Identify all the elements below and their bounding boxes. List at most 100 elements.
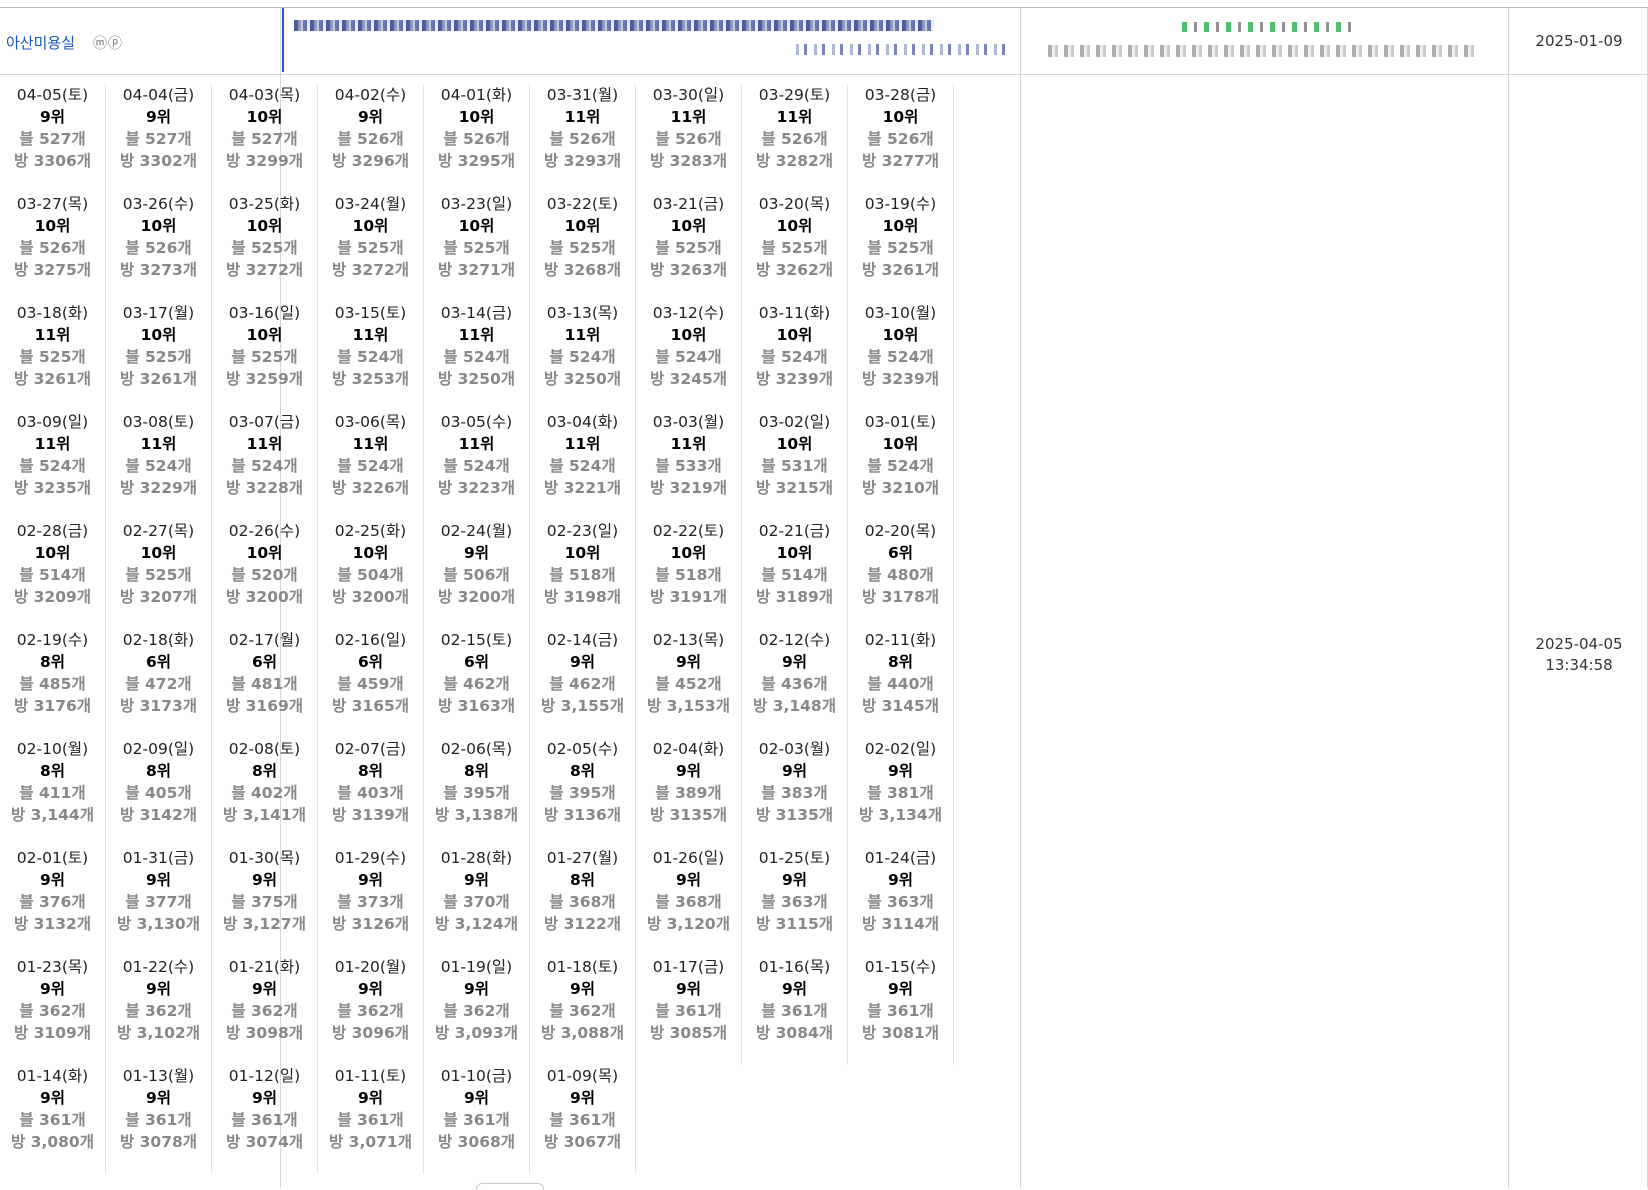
daily-rank-cell: 02-03(월) 9위 블 383개 방 3135개 <box>742 738 848 847</box>
blog-review-count: 블 524개 <box>867 457 934 475</box>
daily-rank-cell: 02-20(목) 6위 블 480개 방 3178개 <box>848 520 954 629</box>
place-url-cell[interactable] <box>282 8 1022 72</box>
rank-value: 10위 <box>352 544 389 562</box>
visitor-review-count: 방 3198개 <box>543 588 622 606</box>
date-label: 02-06(목) <box>440 740 513 758</box>
rank-value: 9위 <box>145 1089 172 1107</box>
visitor-review-count: 방 3207개 <box>119 588 198 606</box>
date-label: 02-21(금) <box>758 522 831 540</box>
rank-value: 8위 <box>39 653 66 671</box>
daily-rank-cell: 01-30(목) 9위 블 375개 방 3,127개 <box>212 847 318 956</box>
visitor-review-count: 방 3261개 <box>13 370 92 388</box>
blog-review-count: 블 524개 <box>867 348 934 366</box>
rank-value: 8위 <box>251 762 278 780</box>
daily-rank-cell: 02-09(일) 8위 블 405개 방 3142개 <box>106 738 212 847</box>
blog-review-count: 블 525개 <box>231 348 298 366</box>
blog-review-count: 블 527개 <box>231 130 298 148</box>
daily-rank-cell: 01-31(금) 9위 블 377개 방 3,130개 <box>106 847 212 956</box>
rank-value: 6위 <box>357 653 384 671</box>
rank-value: 8위 <box>39 762 66 780</box>
blog-review-count: 블 361개 <box>337 1111 404 1129</box>
visitor-review-count: 방 3169개 <box>225 697 304 715</box>
date-label: 02-23(일) <box>546 522 619 540</box>
blog-review-count: 블 361개 <box>19 1111 86 1129</box>
rank-value: 9위 <box>39 108 66 126</box>
blog-review-count: 블 506개 <box>443 566 510 584</box>
blurred-keyword-title <box>1182 22 1352 32</box>
blog-review-count: 블 376개 <box>19 893 86 911</box>
rank-value: 8위 <box>569 871 596 889</box>
visitor-review-count: 방 3,155개 <box>541 697 624 715</box>
daily-rank-cell: 01-24(금) 9위 블 363개 방 3114개 <box>848 847 954 956</box>
rank-value: 9위 <box>569 653 596 671</box>
blog-review-count: 블 526개 <box>19 239 86 257</box>
blurred-keyword-description <box>1048 45 1478 57</box>
date-label: 02-18(화) <box>122 631 195 649</box>
blog-review-count: 블 524개 <box>549 348 616 366</box>
visitor-review-count: 방 3229개 <box>119 479 198 497</box>
date-label: 03-20(목) <box>758 195 831 213</box>
visitor-review-count: 방 3235개 <box>13 479 92 497</box>
date-label: 04-04(금) <box>122 86 195 104</box>
visitor-review-count: 방 3,148개 <box>753 697 836 715</box>
daily-rank-cell: 03-27(목) 10위 블 526개 방 3275개 <box>0 193 106 302</box>
blog-review-count: 블 363개 <box>867 893 934 911</box>
daily-rank-cell: 01-12(일) 9위 블 361개 방 3074개 <box>212 1065 318 1174</box>
rank-value: 10위 <box>776 217 813 235</box>
daily-rank-cell: 03-12(수) 10위 블 524개 방 3245개 <box>636 302 742 411</box>
daily-rank-cell: 03-09(일) 11위 블 524개 방 3235개 <box>0 411 106 520</box>
shop-name-link[interactable]: 아산미용실 <box>6 32 75 53</box>
rank-value: 8위 <box>887 653 914 671</box>
rank-value: 10위 <box>458 217 495 235</box>
visitor-review-count: 방 3215개 <box>755 479 834 497</box>
visitor-review-count: 방 3200개 <box>331 588 410 606</box>
rank-value: 9위 <box>887 980 914 998</box>
blog-review-count: 블 526개 <box>549 130 616 148</box>
rank-value: 11위 <box>670 435 707 453</box>
visitor-review-count: 방 3277개 <box>861 152 940 170</box>
visitor-review-count: 방 3,102개 <box>117 1024 200 1042</box>
rank-value: 9위 <box>675 762 702 780</box>
rank-value: 10위 <box>34 217 71 235</box>
daily-rank-cell: 04-05(토) 9위 블 527개 방 3306개 <box>0 84 106 193</box>
rank-value: 11위 <box>564 435 601 453</box>
daily-rank-cell: 01-28(화) 9위 블 370개 방 3,124개 <box>424 847 530 956</box>
visitor-review-count: 방 3210개 <box>861 479 940 497</box>
rank-value: 6위 <box>251 653 278 671</box>
visitor-review-count: 방 3115개 <box>755 915 834 933</box>
blog-review-count: 블 524개 <box>655 348 722 366</box>
blog-review-count: 블 524개 <box>125 457 192 475</box>
blog-review-count: 블 518개 <box>549 566 616 584</box>
date-label: 02-12(수) <box>758 631 831 649</box>
map-place-icons[interactable]: ⓜⓟ <box>93 33 123 53</box>
blog-review-count: 블 525개 <box>125 566 192 584</box>
rank-value: 9위 <box>781 762 808 780</box>
rank-value: 9위 <box>39 871 66 889</box>
daily-rank-cell: 03-10(월) 10위 블 524개 방 3239개 <box>848 302 954 411</box>
visitor-review-count: 방 3,144개 <box>11 806 94 824</box>
pagination-stub[interactable] <box>476 1183 544 1190</box>
daily-rank-cell: 02-11(화) 8위 블 440개 방 3145개 <box>848 629 954 738</box>
daily-rank-cell: 02-14(금) 9위 블 462개 방 3,155개 <box>530 629 636 738</box>
visitor-review-count: 방 3271개 <box>437 261 516 279</box>
rank-value: 9위 <box>357 108 384 126</box>
blog-review-count: 블 381개 <box>867 784 934 802</box>
visitor-review-count: 방 3302개 <box>119 152 198 170</box>
blog-review-count: 블 361개 <box>125 1111 192 1129</box>
blurred-url-subtext <box>796 44 1006 55</box>
visitor-review-count: 방 3221개 <box>543 479 622 497</box>
rank-value: 10위 <box>140 544 177 562</box>
date-label: 03-22(토) <box>546 195 619 213</box>
visitor-review-count: 방 3223개 <box>437 479 516 497</box>
date-label: 03-19(수) <box>864 195 937 213</box>
daily-rank-cell: 03-02(일) 10위 블 531개 방 3215개 <box>742 411 848 520</box>
daily-rank-cell: 03-24(월) 10위 블 525개 방 3272개 <box>318 193 424 302</box>
visitor-review-count: 방 3122개 <box>543 915 622 933</box>
blog-review-count: 블 518개 <box>655 566 722 584</box>
rank-value: 10위 <box>564 544 601 562</box>
date-label: 01-18(토) <box>546 958 619 976</box>
visitor-review-count: 방 3273개 <box>119 261 198 279</box>
blog-review-count: 블 525개 <box>761 239 828 257</box>
blog-review-count: 블 395개 <box>549 784 616 802</box>
rank-row: 02-10(월) 8위 블 411개 방 3,144개 02-09(일) 8위 블 405개… <box>0 738 1020 847</box>
